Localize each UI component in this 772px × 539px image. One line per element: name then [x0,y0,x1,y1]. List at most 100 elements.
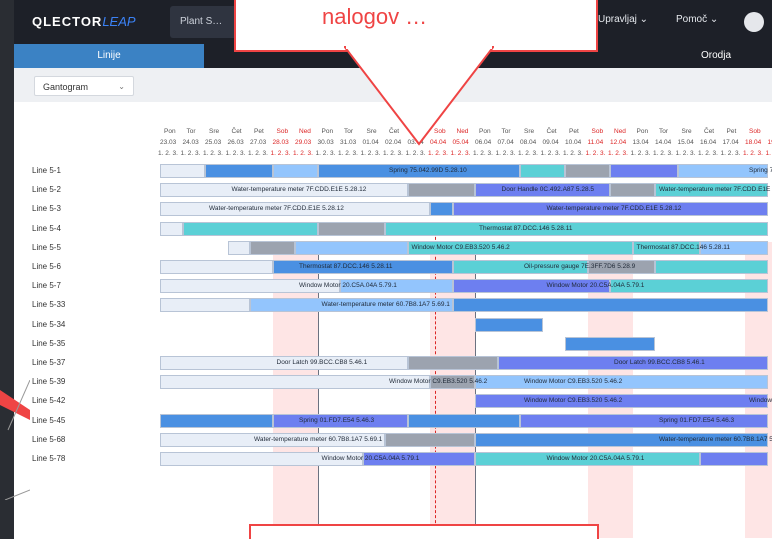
shift-header: 1. 2. 3. [180,150,201,157]
day-header: Pet [569,128,579,135]
shift-header: 1. 2. 3. [203,150,223,157]
tab-tools[interactable]: Orodja [686,44,746,68]
gantt-bar[interactable] [655,260,768,274]
date-header: 23.03 [160,139,177,146]
gantt-bar[interactable] [565,164,610,178]
gantt-chart: Pon 23.03 1. 2. 3. Tor 24.03 1. 2. 3. Sre 25.03… [14,102,772,539]
gantt-bar[interactable] [295,240,408,255]
gantt-bar[interactable] [407,356,498,370]
shift-header: 1. 2. 3. [630,150,651,157]
gantt-bar[interactable] [160,221,183,236]
gantt-bar[interactable] [430,202,453,217]
gantt-bar[interactable] [610,183,655,198]
day-header: Ned [614,128,626,135]
user-avatar-icon[interactable] [744,12,764,32]
line-label: Line 5-34 [32,319,66,329]
gantt-bar-label: Water-temperature meter 7F.CDD.E1E 5.28.… [546,205,682,213]
day-header: Sre [681,128,692,135]
gantt-bar-label: Door Latch 99.BCC.CB8 5.46.1 [276,359,368,366]
day-header: Pon [164,128,176,135]
line-label: Line 5-33 [32,300,66,310]
shift-header: 1. 2. 3. [765,150,772,157]
gantt-bar[interactable] [205,164,273,178]
gantt-bar-label: Door Handle 0C.492.A87 5.28.5 [501,186,595,194]
line-label: Line 5-2 [32,185,61,195]
gantt-bar[interactable] [520,164,565,178]
view-select[interactable]: Gantogram ⌄ [34,76,134,96]
line-label: Line 5-39 [32,377,66,387]
gantt-bar-label: Water-temperature meter 7F.CDD.E1E 5.28.… [209,205,344,213]
date-header: 15.04 [677,139,694,146]
gantt-bar[interactable] [610,164,678,178]
date-header: 11.04 [587,139,604,146]
menu-help[interactable]: Pomoč ⌄ [676,14,718,25]
day-header: Sre [524,128,535,135]
gantt-bar-label: Spring 01.FD7.E54 5.46.3 [659,416,735,424]
day-header: Tor [659,128,669,135]
gantt-bar-label: Spring 01.FD7.E54 5.46.3 [299,416,375,424]
shift-header: 1. 2. 3. [698,150,718,157]
gantt-bar[interactable] [385,432,475,447]
shift-header: 1. 2. 3. [383,150,403,157]
gantt-bar[interactable] [160,164,205,178]
date-header: 27.03 [250,139,267,146]
date-header: 30.03 [317,139,334,146]
gantt-bar[interactable] [475,317,543,332]
line-label: Line 5-6 [32,262,61,271]
shift-header: 1. 2. 3. [653,150,673,157]
day-header: Pet [254,128,264,135]
gantt-bar[interactable] [227,240,250,255]
shift-header: 1. 2. 3. [563,150,583,157]
gantt-bar-label: Door Latch 99.BCC.CB8 5.46.1 [614,359,705,366]
gantt-bar-label: Window Motor 20.C5A.04A 5.79.1 [546,455,645,462]
gantt-bar-label: Water-temperature meter 7F.CDD.E1E 5.28. [659,186,772,194]
gantt-bar[interactable] [160,298,250,313]
shift-header: 1. 2. 3. [720,150,741,157]
gantt-bar-label: Window Motor C9.EB3.520 5.46.2 [389,378,488,386]
date-header: 28.03 [272,139,289,146]
gantt-bar[interactable] [452,298,768,313]
line-label: Line 5-7 [32,281,61,291]
date-header: 14.04 [655,139,672,146]
gantt-bar[interactable] [407,413,520,428]
gantt-bar[interactable] [700,452,768,466]
gantt-bar[interactable] [272,164,318,178]
shift-header: 1. 2. 3. [450,150,471,157]
gantt-bar[interactable] [385,221,768,236]
day-header: Čet [231,128,242,135]
day-header: Čet [546,128,557,135]
date-header: 10.04 [565,139,582,146]
gantt-bar[interactable] [317,221,385,236]
menu-manage[interactable]: Upravljaj ⌄ [598,14,648,25]
shift-header: 1. 2. 3. [428,150,448,157]
date-header: 07.04 [497,139,514,146]
gantt-bar[interactable] [160,413,273,428]
date-header: 25.03 [205,139,222,146]
gantt-bar[interactable] [160,260,273,274]
gantt-bar[interactable] [182,221,318,236]
gantt-bar[interactable] [407,183,475,198]
gantt-bar-label: Window Motor C9.EB3.520 5.46.2 [411,243,510,251]
shift-header: 1. 2. 3. [743,150,763,157]
shift-header: 1. 2. 3. [495,150,516,157]
line-label: Line 5-3 [32,204,61,214]
gantt-bar-label: Water-temperature meter 7F.CDD.E1E 5.28.… [231,186,367,194]
line-label: Line 5-5 [32,242,61,252]
date-header: 29.03 [295,139,312,146]
app-logo[interactable]: QLECTORLEAP [32,14,136,29]
date-header: 26.03 [227,139,244,146]
gantt-bar[interactable] [250,240,295,255]
gantt-bar-label: Window Motor 20.C5A.04A 5.79.1 [321,455,420,462]
gantt-bar-label: Water-temperature meter 60.7B8.1A7 5. [659,435,772,443]
line-label: Line 5-4 [32,223,61,233]
gantt-bar-label: Water-temperature meter 60.7B8.1A7 5.69.… [254,435,383,443]
gantt-bar-label: Thermostat 87.DCC.146 5.28.11 [636,243,730,251]
line-label: Line 5-35 [32,338,66,348]
gantt-bar[interactable] [565,336,655,351]
tab-lines[interactable]: Linije [14,44,204,68]
date-header: 08.04 [520,139,537,146]
shift-header: 1. 2. 3. [270,150,291,157]
line-label: Line 5-68 [32,434,66,444]
day-header: Sob [591,128,604,135]
shift-header: 1. 2. 3. [248,150,268,157]
